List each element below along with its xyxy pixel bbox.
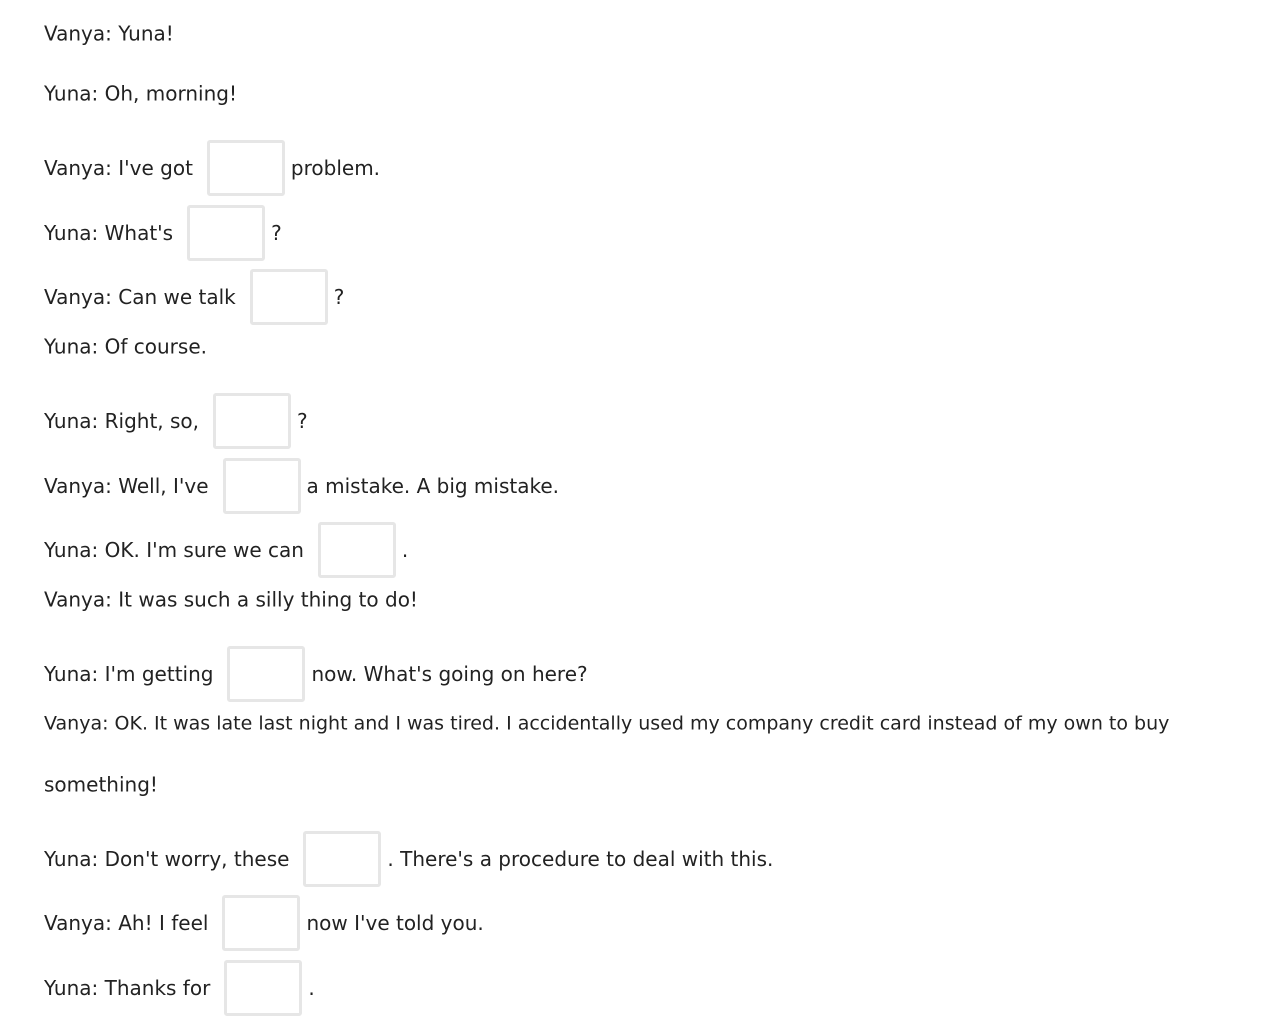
line-text: Vanya: It was such a silly thing to do! — [44, 587, 418, 612]
dialogue-line: Yuna: Of course. — [44, 333, 207, 359]
answer-gap[interactable] — [317, 522, 396, 578]
dialogue-line: Yuna: What's? — [44, 205, 282, 261]
line-text-after: a mistake. A big mistake. — [306, 474, 560, 498]
answer-gap[interactable] — [222, 895, 301, 951]
dialogue-line: Vanya: Can we talk? — [44, 269, 344, 325]
dialogue-line: Yuna: OK. I'm sure we can. — [44, 522, 408, 578]
dialogue-line: Vanya: It was such a silly thing to do! — [44, 586, 418, 612]
line-text-after: . There's a procedure to deal with this. — [387, 847, 774, 871]
dialogue-line: Vanya: I've got problem. — [44, 140, 380, 196]
dialogue-line: Vanya: Ah! I feel now I've told you. — [44, 895, 484, 951]
dialogue-line: Yuna: I'm getting now. What's going on he… — [44, 646, 588, 702]
answer-gap[interactable] — [224, 960, 303, 1016]
answer-gap[interactable] — [206, 140, 285, 196]
answer-gap[interactable] — [213, 393, 292, 449]
line-text: Yuna: I'm getting — [44, 662, 214, 686]
line-text: Vanya: Yuna! — [44, 21, 174, 46]
dialogue-line: something! — [44, 771, 158, 797]
dialogue-line: Vanya: Yuna! — [44, 20, 174, 46]
line-text-after: . — [401, 538, 409, 562]
dialogue-line: Yuna: Oh, morning! — [44, 80, 237, 106]
line-text-after: now. What's going on here? — [311, 662, 588, 686]
line-text: Yuna: Right, so, — [44, 409, 200, 433]
line-text: Vanya: OK. It was late last night and I … — [44, 712, 1170, 735]
answer-gap[interactable] — [227, 646, 306, 702]
answer-gap[interactable] — [222, 458, 301, 514]
dialogue-line: Vanya: OK. It was late last night and I … — [44, 711, 1169, 736]
line-text: Yuna: Oh, morning! — [44, 81, 237, 106]
answer-gap[interactable] — [303, 831, 382, 887]
line-text-after: ? — [297, 409, 308, 433]
line-text: Vanya: I've got — [44, 156, 193, 180]
line-text: something! — [44, 772, 158, 797]
line-text: Yuna: What's — [44, 221, 174, 245]
dialogue-line: Yuna: Thanks for. — [44, 960, 315, 1016]
dialogue-line: Yuna: Right, so,? — [44, 393, 308, 449]
line-text: Yuna: Of course. — [44, 334, 207, 359]
line-text-after: ? — [271, 221, 282, 245]
line-text-after: problem. — [290, 156, 381, 180]
line-text-after: now I've told you. — [306, 911, 484, 935]
line-text: Vanya: Can we talk — [44, 285, 236, 309]
dialogue-line: Vanya: Well, I've a mistake. A big mistak… — [44, 458, 559, 514]
answer-gap[interactable] — [187, 205, 266, 261]
line-text-after: ? — [333, 285, 345, 309]
line-text-after: . — [308, 976, 315, 1000]
line-text: Vanya: Well, I've — [44, 474, 209, 498]
line-text: Yuna: OK. I'm sure we can — [44, 538, 304, 562]
line-text: Vanya: Ah! I feel — [44, 911, 209, 935]
answer-gap[interactable] — [249, 269, 328, 325]
line-text: Yuna: Thanks for — [44, 976, 211, 1000]
line-text: Yuna: Don't worry, these — [44, 847, 290, 871]
dialogue-line: Yuna: Don't worry, these . There's a proc… — [44, 831, 773, 887]
